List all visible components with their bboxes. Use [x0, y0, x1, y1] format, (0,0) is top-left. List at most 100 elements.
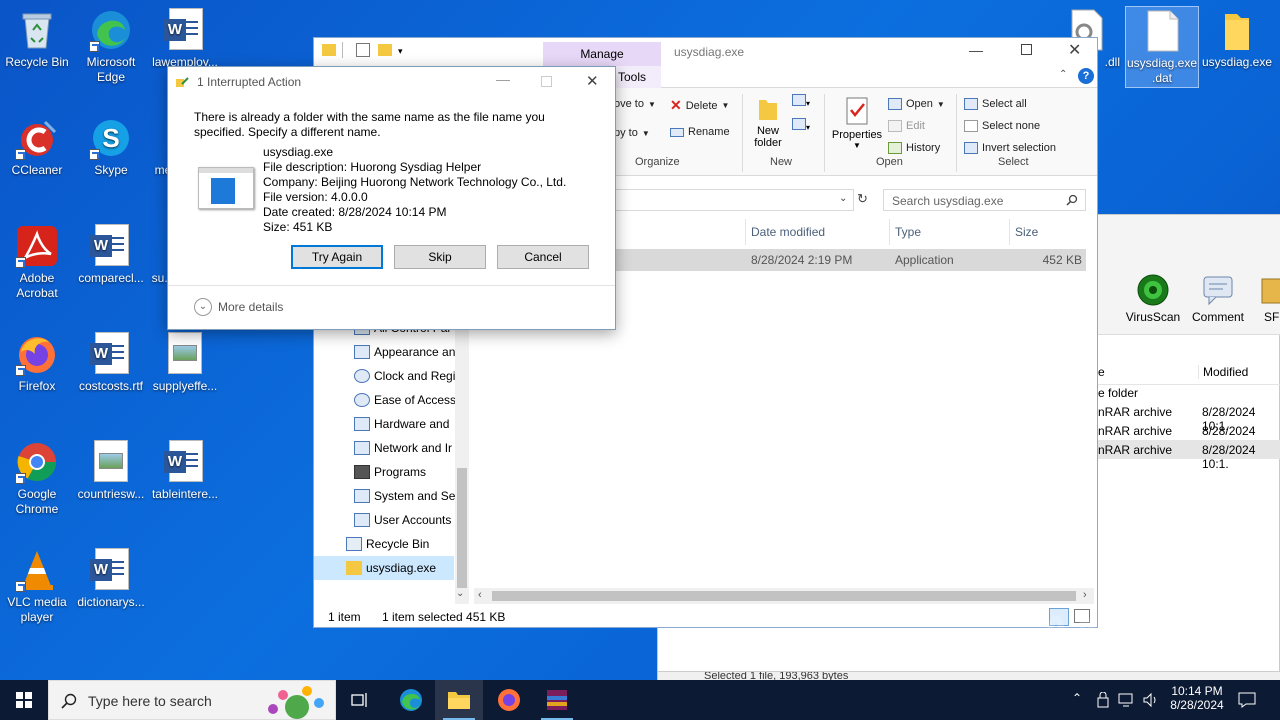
security-icon[interactable]: [1096, 692, 1110, 708]
nav-item-programs[interactable]: Programs: [314, 460, 469, 484]
volume-icon[interactable]: [1142, 692, 1160, 708]
nav-item-ease-of-access[interactable]: Ease of Access: [314, 388, 469, 412]
manage-tab[interactable]: Manage: [543, 42, 661, 66]
invert-selection-button[interactable]: Invert selection: [964, 142, 1056, 154]
maximize-button[interactable]: [1021, 44, 1032, 55]
dialog-minimize-button[interactable]: —: [496, 71, 510, 87]
move-to-button[interactable]: ove to ▼: [614, 98, 656, 110]
column-date-modified[interactable]: Date modified: [751, 225, 825, 239]
history-button[interactable]: History: [888, 142, 940, 154]
image-file-icon: [163, 332, 207, 376]
new-item-button[interactable]: ▾: [792, 94, 810, 108]
minimize-button[interactable]: —: [969, 42, 983, 58]
select-all-button[interactable]: Select all: [964, 98, 1027, 110]
comment-button[interactable]: Comment: [1186, 273, 1250, 324]
rename-button[interactable]: Rename: [670, 126, 730, 138]
sfx-button[interactable]: SF: [1254, 273, 1280, 324]
desktop-icon-costcosts[interactable]: W costcosts.rtf: [74, 332, 148, 394]
edit-button[interactable]: Edit: [888, 120, 925, 132]
desktop-icon-comparecl[interactable]: W comparecl...: [74, 224, 148, 286]
nav-item-user-accounts[interactable]: User Accounts: [314, 508, 469, 532]
desktop-icon-recycle-bin[interactable]: Recycle Bin: [0, 8, 74, 70]
nav-item-usysdiag[interactable]: usysdiag.exe: [314, 556, 454, 580]
properties-quick-icon[interactable]: [356, 43, 370, 57]
desktop-icon-countriesw[interactable]: countriesw...: [74, 440, 148, 502]
nav-item-clock-region[interactable]: Clock and Regi: [314, 364, 469, 388]
delete-button[interactable]: ✕ Delete ▼: [670, 97, 729, 114]
edge-icon: [400, 689, 422, 711]
new-folder-quick-icon[interactable]: [378, 44, 392, 56]
start-button[interactable]: [0, 680, 48, 720]
group-open-label: Open: [876, 156, 903, 168]
column-modified[interactable]: Modified: [1198, 365, 1248, 379]
cancel-button[interactable]: Cancel: [497, 245, 589, 269]
desktop-icon-firefox[interactable]: Firefox: [0, 332, 74, 394]
dialog-close-button[interactable]: ✕: [586, 72, 599, 90]
more-details-button[interactable]: ⌄ More details: [194, 298, 283, 316]
ccleaner-icon: [15, 116, 59, 160]
table-row[interactable]: 8/28/2024 2:19 PM Application 452 KB: [614, 249, 1086, 271]
desktop-icon-tableintere[interactable]: W tableintere...: [148, 440, 222, 502]
desktop-icon-usysdiag-folder[interactable]: usysdiag.exe: [1200, 8, 1274, 70]
taskbar-file-explorer[interactable]: [435, 680, 483, 720]
list-item[interactable]: nRAR archive8/28/2024 10:1.: [1098, 402, 1280, 433]
desktop-icon-supplyeffe[interactable]: supplyeffe...: [148, 332, 222, 394]
tab-tools[interactable]: Tools: [618, 70, 646, 84]
open-button[interactable]: Open ▼: [888, 98, 945, 110]
search-input[interactable]: Search usysdiag.exe: [892, 194, 1003, 208]
help-icon[interactable]: ?: [1078, 68, 1094, 84]
refresh-icon[interactable]: ↻: [857, 191, 868, 207]
list-item[interactable]: e folder: [1098, 383, 1280, 402]
desktop-icon-dictionarys[interactable]: W dictionarys...: [74, 548, 148, 610]
nav-scrollbar[interactable]: ⌄: [455, 328, 469, 604]
list-item[interactable]: nRAR archive8/28/2024 10:1.: [1098, 440, 1280, 471]
select-none-button[interactable]: Select none: [964, 120, 1040, 132]
desktop-icon-adobe-acrobat[interactable]: Adobe Acrobat: [0, 224, 74, 301]
nav-item-network[interactable]: Network and Ir: [314, 436, 469, 460]
taskbar-search[interactable]: Type here to search: [48, 680, 336, 720]
nav-item-recycle-bin[interactable]: Recycle Bin: [314, 532, 469, 556]
column-type[interactable]: e: [1098, 365, 1105, 379]
desktop-icon-skype[interactable]: S Skype: [74, 116, 148, 178]
file-version: File version: 4.0.0.0: [263, 190, 368, 204]
close-button[interactable]: ✕: [1068, 40, 1081, 60]
network-icon[interactable]: [1118, 692, 1136, 708]
column-size[interactable]: Size: [1015, 225, 1038, 239]
collapse-ribbon-icon[interactable]: ⌃: [1059, 69, 1067, 80]
easy-access-button[interactable]: ▾: [792, 118, 810, 132]
address-dropdown-icon[interactable]: ⌄: [839, 193, 847, 204]
desktop-icon-chrome[interactable]: Google Chrome: [0, 440, 74, 517]
virusscan-button[interactable]: VirusScan: [1123, 273, 1183, 324]
desktop-icon-usysdiag-dat[interactable]: usysdiag.exe.dat: [1125, 6, 1199, 88]
desktop-icon-vlc[interactable]: VLC media player: [0, 548, 74, 625]
copy-to-button[interactable]: py to ▼: [614, 127, 650, 139]
word-document-icon: W: [89, 548, 133, 592]
desktop-icon-label: CCleaner: [11, 163, 63, 177]
search-box[interactable]: Search usysdiag.exe: [883, 189, 1086, 211]
taskbar-edge[interactable]: [387, 680, 435, 720]
desktop-icon-label: supplyeffe...: [152, 379, 218, 393]
nav-item-hardware[interactable]: Hardware and: [314, 412, 469, 436]
show-hidden-icons[interactable]: ⌃: [1072, 691, 1082, 705]
notifications-icon[interactable]: [1238, 692, 1256, 708]
properties-icon: [846, 97, 868, 125]
task-view-button[interactable]: [336, 680, 384, 720]
taskbar-firefox[interactable]: [485, 680, 533, 720]
clock[interactable]: 10:14 PM 8/28/2024: [1162, 684, 1232, 712]
taskbar-winrar[interactable]: [533, 680, 581, 720]
properties-button[interactable]: Properties ▼: [830, 96, 884, 150]
list-item[interactable]: nRAR archive8/28/2024 10:1.: [1098, 421, 1280, 452]
skip-button[interactable]: Skip: [394, 245, 486, 269]
quick-access-dropdown-icon[interactable]: ▾: [398, 46, 403, 57]
try-again-button[interactable]: Try Again: [291, 245, 383, 269]
taskbar-search-input[interactable]: Type here to search: [88, 693, 212, 709]
desktop-icon-edge[interactable]: Microsoft Edge: [74, 8, 148, 85]
new-folder-button[interactable]: New folder: [750, 96, 786, 149]
horizontal-scrollbar[interactable]: ‹ ›: [474, 588, 1094, 604]
nav-item-appearance[interactable]: Appearance an: [314, 340, 469, 364]
address-bar[interactable]: ⌄: [614, 189, 854, 211]
desktop-icon-lawemploy[interactable]: W lawemploy...: [148, 8, 222, 70]
column-type[interactable]: Type: [895, 225, 921, 239]
nav-item-system-security[interactable]: System and Sec: [314, 484, 469, 508]
desktop-icon-ccleaner[interactable]: CCleaner: [0, 116, 74, 178]
